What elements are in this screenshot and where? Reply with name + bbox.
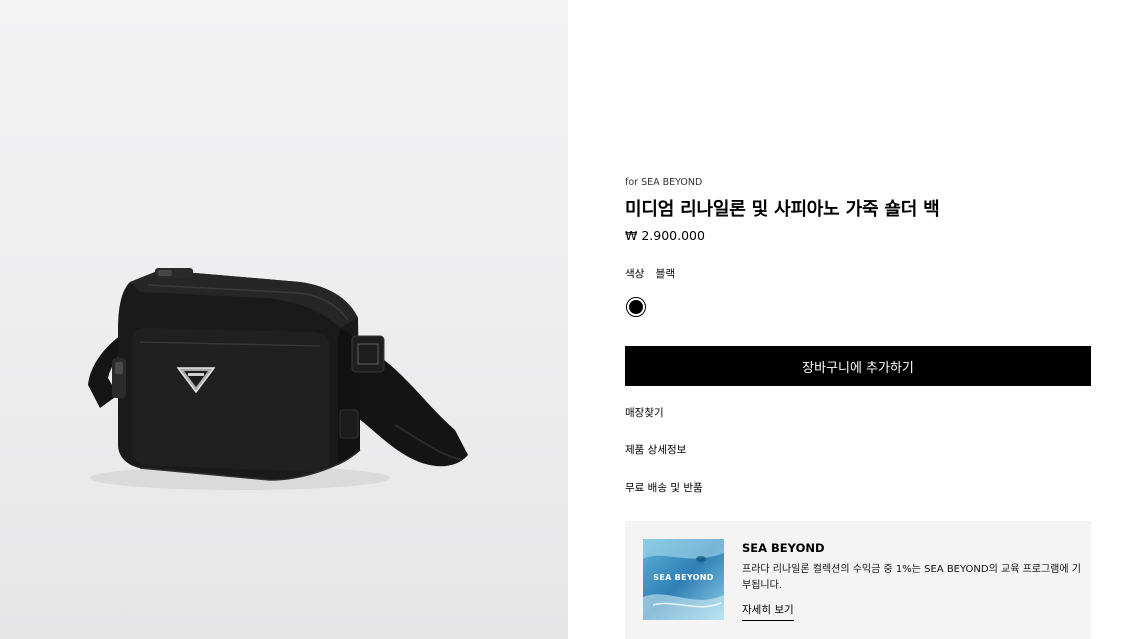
collection-label[interactable]: for SEA BEYOND: [625, 177, 702, 188]
sea-beyond-heading: SEA BEYOND: [742, 541, 825, 555]
color-label: 색상: [625, 268, 645, 280]
learn-more-link[interactable]: 자세히 보기: [742, 602, 794, 621]
product-price: ₩ 2.900.000: [625, 228, 705, 243]
product-title: 미디엄 리나일론 및 사피아노 가죽 숄더 백: [625, 199, 940, 220]
add-to-cart-button[interactable]: 장바구니에 추가하기: [625, 346, 1091, 386]
color-swatch-black[interactable]: [626, 297, 646, 317]
product-page: for SEA BEYOND 미디엄 리나일론 및 사피아노 가죽 숄더 백 ₩…: [0, 0, 1132, 639]
product-info: for SEA BEYOND 미디엄 리나일론 및 사피아노 가죽 숄더 백 ₩…: [625, 0, 1091, 639]
sea-beyond-thumbnail: SEA BEYOND: [643, 539, 724, 620]
shipping-returns-link[interactable]: 무료 배송 및 반품: [625, 480, 703, 495]
product-details-link[interactable]: 제품 상세정보: [625, 442, 686, 457]
shoulder-bag-illustration: [88, 268, 468, 490]
store-finder-link[interactable]: 매장찾기: [625, 405, 664, 420]
thumbnail-caption: SEA BEYOND: [653, 573, 714, 582]
product-image[interactable]: [0, 0, 568, 639]
sea-beyond-card: SEA BEYOND SEA BEYOND 프라다 리나일론 컬렉션의 수익금 …: [625, 521, 1091, 639]
swatch-dot: [629, 300, 643, 314]
color-value: 블랙: [655, 268, 675, 280]
sea-beyond-description: 프라다 리나일론 컬렉션의 수익금 중 1%는 SEA BEYOND의 교육 프…: [742, 564, 1081, 591]
color-row: 색상 블랙: [625, 266, 675, 281]
